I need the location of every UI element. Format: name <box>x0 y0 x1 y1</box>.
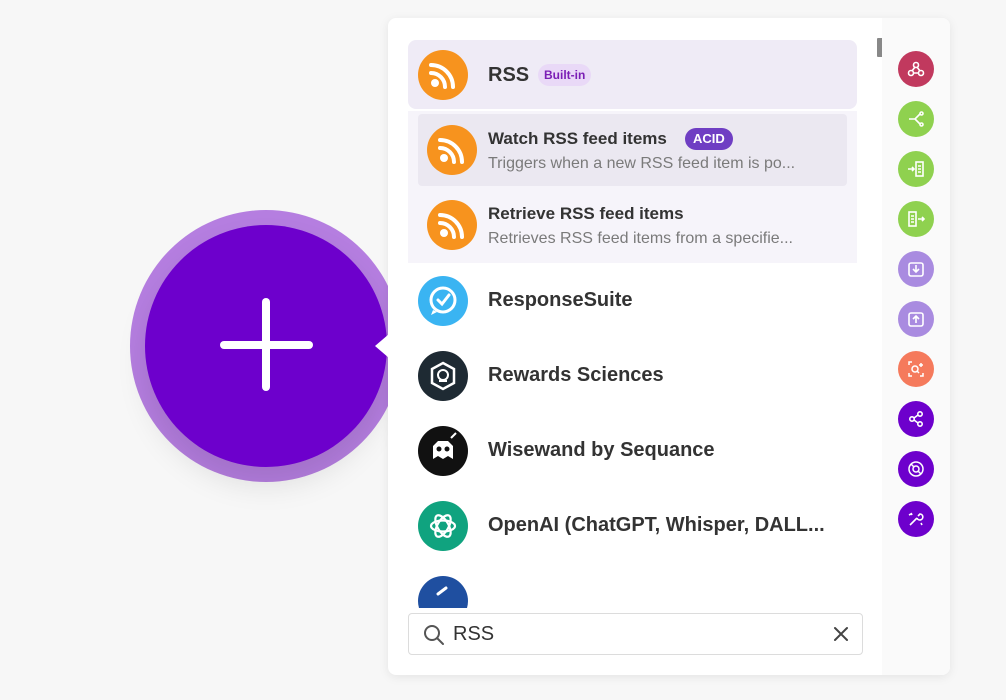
module-list: Watch RSS feed items ACID Triggers when … <box>408 111 857 263</box>
search-icon <box>424 625 444 645</box>
app-name: OpenAI (ChatGPT, Whisper, DALL... <box>488 514 825 536</box>
share-icon[interactable] <box>898 401 934 437</box>
app-title: RSS <box>488 64 530 86</box>
webhooks-icon[interactable] <box>898 51 934 87</box>
app-row-partial[interactable] <box>408 566 857 608</box>
app-name: Wisewand by Sequance <box>488 439 715 461</box>
panel-pointer <box>375 334 389 358</box>
built-in-badge: Built-in <box>538 64 592 86</box>
aggregator-icon[interactable] <box>898 201 934 237</box>
module-retrieve-rss-feed-items[interactable]: Retrieve RSS feed items Retrieves RSS fe… <box>418 189 847 261</box>
add-module-button[interactable] <box>145 225 387 467</box>
rss-icon <box>418 50 468 100</box>
partial-app-icon <box>418 576 468 608</box>
clear-icon[interactable] <box>833 626 849 642</box>
openai-icon <box>418 501 468 551</box>
ai-icon[interactable] <box>898 451 934 487</box>
module-picker-panel: RSS Built-in Watch RSS feed items ACID T… <box>388 18 950 675</box>
module-description: Retrieves RSS feed items from a specifie… <box>488 230 793 247</box>
iterator-icon[interactable] <box>898 151 934 187</box>
tools-rail <box>882 18 950 675</box>
acid-badge: ACID <box>685 128 733 150</box>
app-row-openai[interactable]: OpenAI (ChatGPT, Whisper, DALL... <box>408 491 857 563</box>
search-input[interactable] <box>453 620 823 648</box>
app-row-rewards-sciences[interactable]: Rewards Sciences <box>408 341 857 413</box>
app-header-rss[interactable]: RSS Built-in <box>408 40 857 109</box>
rss-icon <box>427 200 477 250</box>
module-title: Retrieve RSS feed items <box>488 204 684 223</box>
module-title: Watch RSS feed items <box>488 129 667 148</box>
search-plus-icon[interactable] <box>898 351 934 387</box>
module-description: Triggers when a new RSS feed item is po.… <box>488 155 796 172</box>
tools-icon[interactable] <box>898 501 934 537</box>
module-watch-rss-feed-items[interactable]: Watch RSS feed items ACID Triggers when … <box>418 114 847 186</box>
rewards-sciences-icon <box>418 351 468 401</box>
app-name: ResponseSuite <box>488 289 633 311</box>
rss-icon <box>427 125 477 175</box>
app-list: RSS Built-in Watch RSS feed items ACID T… <box>388 18 882 608</box>
wisewand-icon <box>418 426 468 476</box>
app-row-responsesuite[interactable]: ResponseSuite <box>408 266 857 338</box>
search-box <box>408 613 863 655</box>
import-icon[interactable] <box>898 251 934 287</box>
export-icon[interactable] <box>898 301 934 337</box>
router-icon[interactable] <box>898 101 934 137</box>
app-row-wisewand[interactable]: Wisewand by Sequance <box>408 416 857 488</box>
responsesuite-icon <box>418 276 468 326</box>
app-name: Rewards Sciences <box>488 364 664 386</box>
